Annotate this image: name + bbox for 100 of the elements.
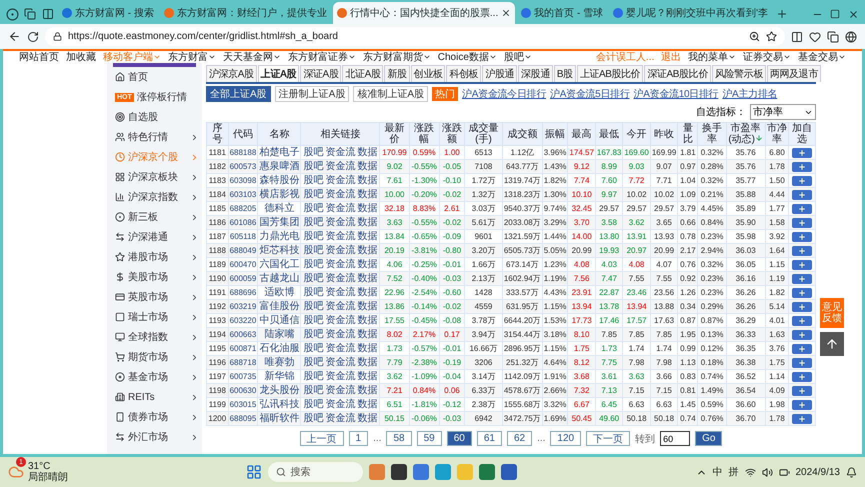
favorite-icon[interactable] <box>766 31 777 42</box>
browser-tab[interactable]: 东方财富网 - 搜索 <box>58 2 158 24</box>
page-button[interactable]: 1 <box>348 431 368 446</box>
add-watchlist-button[interactable] <box>792 190 812 200</box>
related-link[interactable]: 股吧 <box>303 342 324 354</box>
sidebar-item[interactable]: 特色行情 <box>107 127 202 147</box>
add-watchlist-button[interactable] <box>792 148 812 158</box>
sidebar-item[interactable]: 沪深港通 <box>107 227 202 247</box>
add-watchlist-button[interactable] <box>792 344 812 354</box>
sidebar-item[interactable]: 债券市场 <box>107 407 202 427</box>
related-link[interactable]: 数据 <box>357 342 378 354</box>
market-tab[interactable]: 上证AB股比价 <box>576 65 644 82</box>
related-link[interactable]: 股吧 <box>303 412 324 424</box>
collections-icon[interactable] <box>827 30 839 42</box>
column-header[interactable]: 振幅 <box>542 122 568 146</box>
market-tab[interactable]: B股 <box>554 65 576 82</box>
related-link[interactable]: 数据 <box>357 174 378 186</box>
related-link[interactable]: 股吧 <box>303 244 324 256</box>
column-header[interactable]: 加自选 <box>788 122 816 146</box>
add-watchlist-button[interactable] <box>792 274 812 284</box>
nav-link[interactable]: Choice数据 <box>438 50 497 64</box>
bell-icon[interactable] <box>846 466 857 478</box>
ranking-link[interactable]: 沪A资金流今日排行 <box>462 87 546 101</box>
related-link[interactable]: 股吧 <box>303 188 324 200</box>
column-header[interactable]: 换手率 <box>698 122 726 146</box>
column-header[interactable]: 成交量(手) <box>464 122 502 146</box>
related-link[interactable]: 资金流 <box>325 384 356 396</box>
related-link[interactable]: 资金流 <box>325 356 356 368</box>
browser-tab[interactable]: 我的首页 - 雪球 <box>517 2 608 24</box>
ranking-link[interactable]: 沪A主力排名 <box>722 87 778 101</box>
market-tab[interactable]: 两网及退市 <box>766 65 821 82</box>
related-link[interactable]: 资金流 <box>325 286 356 298</box>
related-link[interactable]: 股吧 <box>303 160 324 172</box>
add-watchlist-button[interactable] <box>792 330 812 340</box>
related-link[interactable]: 数据 <box>357 230 378 242</box>
related-link[interactable]: 资金流 <box>325 146 356 158</box>
related-link[interactable]: 数据 <box>357 384 378 396</box>
market-tab[interactable]: 新股 <box>384 65 410 82</box>
market-tab[interactable]: 科创板 <box>446 65 482 82</box>
page-button[interactable]: 61 <box>476 431 502 446</box>
filter-button[interactable]: 注册制上证A股 <box>274 86 350 102</box>
sidebar-item[interactable]: 美股市场 <box>107 267 202 287</box>
related-link[interactable]: 数据 <box>357 370 378 382</box>
related-link[interactable]: 资金流 <box>325 230 356 242</box>
browser-tab[interactable]: 行情中心：国内快捷全面的股票... <box>332 2 516 24</box>
market-tab[interactable]: 上证A股 <box>258 65 300 82</box>
add-watchlist-button[interactable] <box>792 204 812 214</box>
related-link[interactable]: 数据 <box>357 160 378 172</box>
related-link[interactable]: 资金流 <box>325 370 356 382</box>
market-tab[interactable]: 北证A股 <box>342 65 384 82</box>
column-header[interactable]: 市净率 <box>765 122 789 146</box>
page-button[interactable]: 60 <box>446 431 472 446</box>
nav-link[interactable]: 东方财富证券 <box>288 50 356 64</box>
sidebar-item[interactable]: REITs <box>107 387 202 407</box>
column-header[interactable]: 代码 <box>228 122 258 146</box>
related-link[interactable]: 资金流 <box>325 258 356 270</box>
sidebar-item[interactable]: 瑞士市场 <box>107 307 202 327</box>
add-watchlist-button[interactable] <box>792 246 812 256</box>
taskbar-search[interactable]: 搜索 <box>268 462 364 482</box>
favorites-icon[interactable] <box>809 30 821 42</box>
sidebar-item[interactable]: 全球指数 <box>107 327 202 347</box>
refresh-icon[interactable] <box>27 30 39 42</box>
sidebar-item[interactable]: 基金市场 <box>107 367 202 387</box>
address-field[interactable]: https://quote.eastmoney.com/center/gridlist.html#sh_a_board <box>45 27 785 46</box>
related-link[interactable]: 数据 <box>357 216 378 228</box>
add-watchlist-button[interactable] <box>792 288 812 298</box>
sidebar-item[interactable]: 自选股 <box>107 107 202 127</box>
nav-link[interactable]: 网站首页 <box>18 50 59 64</box>
split-screen-icon[interactable] <box>791 30 803 42</box>
related-link[interactable]: 资金流 <box>325 300 356 312</box>
market-tab[interactable]: 深股通 <box>518 65 553 82</box>
market-tab[interactable]: 沪股通 <box>482 65 518 82</box>
related-link[interactable]: 股吧 <box>303 370 324 382</box>
browser-tab[interactable]: 婴儿呢？刚刚交班中再次看到'李 <box>609 2 772 24</box>
related-link[interactable]: 股吧 <box>303 384 324 396</box>
related-link[interactable]: 数据 <box>357 328 378 340</box>
related-link[interactable]: 数据 <box>357 356 378 368</box>
ime-indicator[interactable]: 拼 <box>728 465 738 479</box>
related-link[interactable]: 数据 <box>357 258 378 270</box>
ranking-link[interactable]: 沪A资金流5日排行 <box>550 87 630 101</box>
add-watchlist-button[interactable] <box>792 414 812 424</box>
add-watchlist-button[interactable] <box>792 176 812 186</box>
related-link[interactable]: 数据 <box>357 286 378 298</box>
wifi-icon[interactable] <box>744 466 756 478</box>
market-tab[interactable]: 深证A股 <box>300 65 342 82</box>
page-button[interactable]: 58 <box>386 431 412 446</box>
sidebar-item[interactable]: 期货市场 <box>107 347 202 367</box>
related-link[interactable]: 资金流 <box>325 398 356 410</box>
add-watchlist-button[interactable] <box>792 358 812 368</box>
market-tab[interactable]: 沪深京A股 <box>206 65 257 82</box>
add-watchlist-button[interactable] <box>792 400 812 410</box>
nav-link[interactable]: 东方财富期货 <box>362 50 431 64</box>
related-link[interactable]: 数据 <box>357 398 378 410</box>
column-header[interactable]: 序号 <box>206 122 228 146</box>
market-tab[interactable]: 深证AB股比价 <box>644 65 711 82</box>
stock-name[interactable]: 福昕软件 <box>258 412 301 426</box>
column-header[interactable]: 涨跌幅 <box>409 122 440 146</box>
add-watchlist-button[interactable] <box>792 302 812 312</box>
browser-tab[interactable]: 东方财富网：财经门户，提供专业 <box>160 2 331 24</box>
column-header[interactable]: 成交额 <box>502 122 542 146</box>
